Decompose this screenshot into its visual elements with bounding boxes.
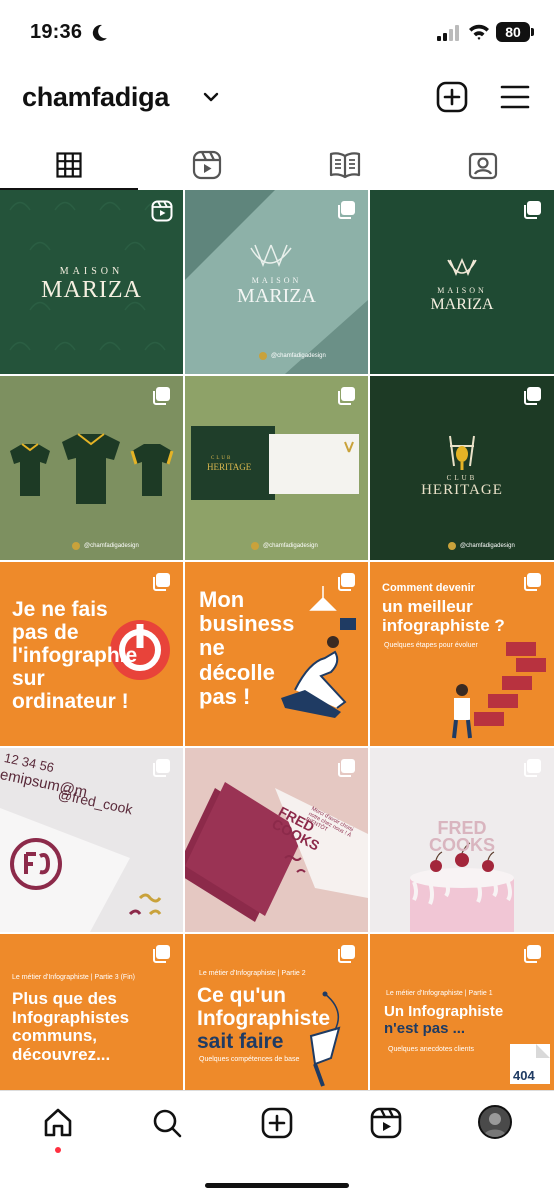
post-tile[interactable]: Le métier d'Infographiste | Partie 1 Un … (370, 934, 554, 1092)
tab-guides[interactable] (276, 140, 414, 190)
carousel-icon (524, 945, 541, 963)
club-label: CLUB (211, 456, 233, 461)
post-tile[interactable]: Je ne fais pas de l'infographie sur ordi… (0, 562, 183, 746)
profile-header: chamfadiga (0, 78, 554, 122)
brand-name: MARIZA (41, 277, 142, 303)
grid-icon (56, 152, 82, 178)
post-tile[interactable]: MAISON MARIZA (370, 190, 554, 374)
post-tile[interactable]: Le métier d'Infographiste | Partie 3 (Fi… (0, 934, 183, 1092)
home-indicator (205, 1183, 349, 1188)
nav-create[interactable] (259, 1105, 295, 1141)
profile-avatar[interactable] (478, 1105, 512, 1139)
guide-icon (329, 152, 361, 179)
cake-brand: FRED COOKS (428, 818, 495, 856)
credit-label: @chamfadigadesign (460, 543, 515, 549)
carousel-icon (338, 573, 355, 591)
brand-name: HERITAGE (421, 482, 503, 498)
battery-indicator: 80 (496, 22, 530, 42)
post-tile[interactable]: FRED COOKS (370, 748, 554, 932)
search-icon (153, 1109, 182, 1138)
menu-button[interactable] (500, 84, 530, 110)
post-kicker: Le métier d'Infographiste | Partie 3 (Fi… (12, 974, 135, 981)
post-subtitle: Quelques étapes pour évoluer (384, 642, 478, 649)
carousel-icon (153, 387, 170, 405)
post-heading: un meilleur infographiste ? (382, 597, 505, 635)
new-post-button[interactable] (436, 81, 468, 113)
post-tile[interactable]: MAISON MARIZA (0, 190, 183, 374)
wifi-icon (469, 24, 489, 40)
carousel-icon (338, 759, 355, 777)
reels-icon (192, 150, 222, 180)
carousel-icon (338, 201, 355, 219)
post-tile[interactable]: Le métier d'Infographiste | Partie 2 Ce … (185, 934, 368, 1092)
tab-tagged[interactable] (414, 140, 552, 190)
post-subtitle: Quelques anecdotes clients (388, 1046, 474, 1053)
brand-maison: MAISON (59, 266, 124, 277)
post-heading: Mon business ne décolle pas ! (199, 587, 295, 709)
tagged-icon (468, 152, 498, 180)
carousel-icon (524, 759, 541, 777)
post-heading: Ce qu'un Infographiste sait faire (197, 984, 331, 1054)
profile-tabs (0, 140, 554, 190)
error-code: 404 (513, 1068, 535, 1083)
carousel-icon (153, 759, 170, 777)
post-tile[interactable]: Mon business ne décolle pas ! (185, 562, 368, 746)
post-tile[interactable]: CLUB HERITAGE @chamfadigadesign (370, 376, 554, 560)
club-label: CLUB (446, 474, 478, 482)
carousel-icon (153, 945, 170, 963)
chevron-down-icon[interactable] (203, 91, 219, 103)
status-time: 19:36 (30, 21, 83, 43)
post-tile[interactable]: FRED COOKS Merci d'avoir choisi notre ch… (185, 748, 368, 932)
post-heading: Un Infographiste n'est pas ... (384, 1003, 504, 1037)
carousel-icon (524, 201, 541, 219)
nav-home[interactable] (40, 1105, 76, 1141)
post-tile[interactable]: CLUB HERITAGE @chamfadigadesign (185, 376, 368, 560)
credit-label: @chamfadigadesign (263, 543, 318, 549)
posts-grid: MAISON MARIZA MAISON MARIZA @chamfadigad… (0, 190, 554, 1092)
add-icon (261, 1107, 293, 1139)
post-tile[interactable]: 12 34 56 emipsum@m @fred_cook (0, 748, 183, 932)
nav-reels[interactable] (368, 1105, 404, 1141)
post-tile[interactable]: @chamfadigadesign (0, 376, 183, 560)
credit-label: @chamfadigadesign (271, 353, 326, 359)
brand-name: MARIZA (237, 285, 316, 307)
post-kicker: Comment devenir (382, 582, 475, 594)
notification-dot (55, 1147, 61, 1153)
post-heading: Je ne fais pas de l'infographie sur ordi… (12, 598, 138, 714)
brand-name: HERITAGE (207, 462, 252, 472)
battery-cap (531, 28, 534, 36)
credit-label: @chamfadigadesign (84, 543, 139, 549)
post-kicker: Le métier d'Infographiste | Partie 1 (386, 990, 493, 997)
brand-name: MARIZA (430, 296, 494, 313)
carousel-icon (338, 945, 355, 963)
nav-search[interactable] (149, 1105, 185, 1141)
avatar-image (480, 1107, 510, 1137)
post-tile[interactable]: Comment devenir un meilleur infographist… (370, 562, 554, 746)
post-tile[interactable]: MAISON MARIZA @chamfadigadesign (185, 190, 368, 374)
tab-reels[interactable] (138, 140, 276, 190)
carousel-icon (338, 387, 355, 405)
home-icon (44, 1108, 72, 1137)
username[interactable]: chamfadiga (22, 82, 169, 113)
reels-icon (370, 1107, 402, 1139)
carousel-icon (524, 387, 541, 405)
post-subtitle: Quelques compétences de base (199, 1056, 300, 1063)
brand-maison: MAISON (251, 276, 302, 285)
post-heading: Plus que des Infographistes communs, déc… (12, 989, 130, 1065)
status-bar: 19:36 80 (0, 0, 554, 66)
post-kicker: Le métier d'Infographiste | Partie 2 (199, 970, 306, 977)
carousel-icon (153, 573, 170, 591)
carousel-icon (524, 573, 541, 591)
reel-indicator-icon (151, 200, 173, 222)
signal-icon (437, 25, 459, 41)
brand-maison: MAISON (437, 286, 487, 295)
tab-posts-grid[interactable] (0, 140, 138, 190)
moon-icon (92, 24, 107, 41)
